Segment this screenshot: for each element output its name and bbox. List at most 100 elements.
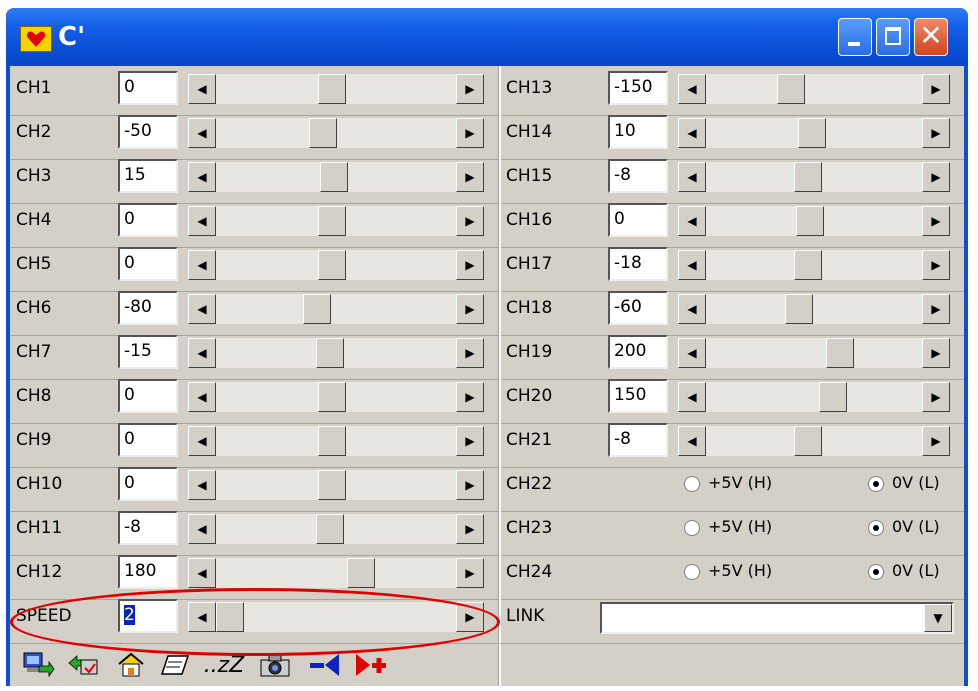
scroll-left-icon[interactable]: ◀ [678,162,706,192]
scroll-left-icon[interactable]: ◀ [188,602,216,632]
scroll-left-icon[interactable]: ◀ [678,382,706,412]
scroll-left-icon[interactable]: ◀ [678,206,706,236]
scroll-right-icon[interactable]: ▶ [456,74,484,104]
scroll-right-icon[interactable]: ▶ [456,426,484,456]
channel-value-input[interactable]: -8 [608,423,668,457]
slider-thumb[interactable] [309,118,337,148]
scroll-right-icon[interactable]: ▶ [456,338,484,368]
radio-low[interactable] [868,564,884,580]
scroll-right-icon[interactable]: ▶ [922,162,950,192]
channel-value-input[interactable]: -8 [118,511,178,545]
channel-value-input[interactable]: -150 [608,71,668,105]
channel-slider[interactable]: ◀ ▶ [188,206,484,236]
scroll-left-icon[interactable]: ◀ [188,382,216,412]
erase-icon[interactable] [158,650,192,680]
slider-thumb[interactable] [303,294,331,324]
scroll-right-icon[interactable]: ▶ [922,74,950,104]
scroll-left-icon[interactable]: ◀ [678,338,706,368]
radio-high[interactable] [684,476,700,492]
channel-value-input[interactable]: 200 [608,335,668,369]
radio-low[interactable] [868,520,884,536]
channel-slider[interactable]: ◀ ▶ [678,382,950,412]
scroll-left-icon[interactable]: ◀ [188,514,216,544]
link-select[interactable]: ▼ [600,602,954,634]
channel-value-input[interactable]: 180 [118,555,178,589]
scroll-left-icon[interactable]: ◀ [678,294,706,324]
channel-slider[interactable]: ◀ ▶ [678,118,950,148]
add-icon[interactable] [354,650,388,680]
channel-value-input[interactable]: 0 [118,423,178,457]
scroll-right-icon[interactable]: ▶ [456,206,484,236]
title-bar[interactable]: C' ✕ [6,8,968,66]
radio-high[interactable] [684,520,700,536]
channel-value-input[interactable]: -50 [118,115,178,149]
minimize-button[interactable] [838,18,872,56]
scroll-right-icon[interactable]: ▶ [922,206,950,236]
slider-thumb[interactable] [796,206,824,236]
scroll-right-icon[interactable]: ▶ [456,250,484,280]
scroll-right-icon[interactable]: ▶ [922,118,950,148]
slider-thumb[interactable] [318,206,346,236]
channel-slider[interactable]: ◀ ▶ [188,558,484,588]
slider-thumb[interactable] [819,382,847,412]
channel-value-input[interactable]: 0 [608,203,668,237]
slider-thumb[interactable] [794,250,822,280]
slider-thumb[interactable] [216,602,244,632]
slider-thumb[interactable] [798,118,826,148]
scroll-right-icon[interactable]: ▶ [922,382,950,412]
transfer-icon[interactable] [22,650,56,680]
remove-icon[interactable] [308,650,342,680]
scroll-left-icon[interactable]: ◀ [188,118,216,148]
scroll-left-icon[interactable]: ◀ [188,470,216,500]
chevron-down-icon[interactable]: ▼ [924,604,952,632]
channel-value-input[interactable]: -8 [608,159,668,193]
slider-thumb[interactable] [785,294,813,324]
refresh-icon[interactable] [66,650,100,680]
scroll-right-icon[interactable]: ▶ [922,426,950,456]
slider-thumb[interactable] [318,74,346,104]
scroll-right-icon[interactable]: ▶ [456,294,484,324]
channel-slider[interactable]: ◀ ▶ [188,250,484,280]
slider-thumb[interactable] [316,514,344,544]
slider-thumb[interactable] [316,338,344,368]
slider-thumb[interactable] [347,558,375,588]
channel-value-input[interactable]: -15 [118,335,178,369]
scroll-right-icon[interactable]: ▶ [922,294,950,324]
slider-thumb[interactable] [777,74,805,104]
scroll-left-icon[interactable]: ◀ [188,338,216,368]
scroll-right-icon[interactable]: ▶ [456,470,484,500]
scroll-left-icon[interactable]: ◀ [188,162,216,192]
channel-slider[interactable]: ◀ ▶ [188,294,484,324]
channel-slider[interactable]: ◀ ▶ [188,382,484,412]
scroll-right-icon[interactable]: ▶ [922,338,950,368]
slider-thumb[interactable] [320,162,348,192]
slider-thumb[interactable] [318,250,346,280]
channel-slider[interactable]: ◀ ▶ [678,162,950,192]
radio-high[interactable] [684,564,700,580]
channel-slider[interactable]: ◀ ▶ [188,74,484,104]
channel-slider[interactable]: ◀ ▶ [188,118,484,148]
speed-input[interactable]: 2 [118,599,178,633]
channel-slider[interactable]: ◀ ▶ [678,338,950,368]
channel-value-input[interactable]: -60 [608,291,668,325]
slider-thumb[interactable] [794,426,822,456]
scroll-right-icon[interactable]: ▶ [456,118,484,148]
slider-thumb[interactable] [318,382,346,412]
camera-icon[interactable] [258,650,292,680]
channel-value-input[interactable]: 0 [118,379,178,413]
channel-slider[interactable]: ◀ ▶ [188,470,484,500]
scroll-left-icon[interactable]: ◀ [188,294,216,324]
channel-value-input[interactable]: -18 [608,247,668,281]
scroll-left-icon[interactable]: ◀ [188,74,216,104]
scroll-left-icon[interactable]: ◀ [188,426,216,456]
slider-thumb[interactable] [318,470,346,500]
scroll-right-icon[interactable]: ▶ [456,514,484,544]
scroll-right-icon[interactable]: ▶ [456,602,484,632]
channel-value-input[interactable]: -80 [118,291,178,325]
speed-slider[interactable]: ◀ ▶ [188,602,484,632]
maximize-button[interactable] [876,18,910,56]
scroll-right-icon[interactable]: ▶ [456,162,484,192]
channel-value-input[interactable]: 0 [118,203,178,237]
slider-thumb[interactable] [826,338,854,368]
channel-slider[interactable]: ◀ ▶ [188,514,484,544]
